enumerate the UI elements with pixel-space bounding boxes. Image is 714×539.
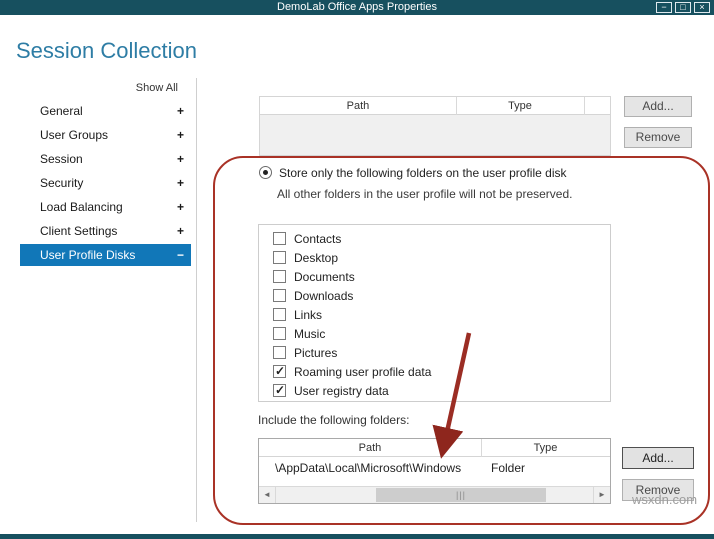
page-title: Session Collection	[16, 38, 197, 63]
radio-note: All other folders in the user profile wi…	[277, 187, 573, 201]
sidebar-item-load-balancing[interactable]: Load Balancing +	[20, 196, 191, 218]
checkbox-label: Documents	[294, 270, 355, 284]
folder-checkbox-panel: Contacts Desktop Documents Downloads Lin…	[258, 224, 611, 402]
add-button-bottom[interactable]: Add...	[622, 447, 694, 469]
checkbox-box[interactable]	[273, 270, 286, 283]
sidebar-item-label: Session	[40, 152, 83, 166]
checkbox-label: Roaming user profile data	[294, 365, 432, 379]
window-bottom-edge	[0, 534, 714, 539]
horizontal-scrollbar[interactable]: ◄ ||| ►	[259, 486, 610, 503]
expand-icon[interactable]: +	[177, 148, 184, 170]
expand-icon[interactable]: +	[177, 172, 184, 194]
sidebar-item-user-profile-disks[interactable]: User Profile Disks −	[20, 244, 191, 266]
column-header-type[interactable]: Type	[481, 439, 610, 457]
sidebar-item-client-settings[interactable]: Client Settings +	[20, 220, 191, 242]
scroll-right-icon[interactable]: ►	[593, 487, 610, 503]
checkbox-label: Music	[294, 327, 326, 341]
checkbox-box[interactable]	[273, 251, 286, 264]
cell-type: Folder	[491, 461, 526, 475]
checkbox-label: Desktop	[294, 251, 339, 265]
sidebar-item-user-groups[interactable]: User Groups +	[20, 124, 191, 146]
sidebar-item-label: Load Balancing	[40, 200, 123, 214]
checkbox-box[interactable]	[273, 346, 286, 359]
column-header-path[interactable]: Path	[260, 97, 456, 115]
checkbox-label: Downloads	[294, 289, 354, 303]
column-header-type[interactable]: Type	[456, 97, 584, 115]
checkbox-box[interactable]	[273, 289, 286, 302]
sidebar-item-label: User Profile Disks	[40, 248, 136, 262]
include-folders-label: Include the following folders:	[258, 413, 410, 427]
sidebar-item-label: User Groups	[40, 128, 109, 142]
properties-window: DemoLab Office Apps Properties − □ × Ses…	[0, 0, 714, 539]
sidebar-item-security[interactable]: Security +	[20, 172, 191, 194]
scroll-left-icon[interactable]: ◄	[259, 487, 276, 503]
include-folders-table[interactable]: Path Type \AppData\Local\Microsoft\Windo…	[258, 438, 611, 504]
expand-icon[interactable]: +	[177, 124, 184, 146]
remove-button-top[interactable]: Remove	[624, 127, 692, 148]
sidebar-item-label: Security	[40, 176, 84, 190]
window-controls: − □ ×	[656, 2, 710, 13]
expand-icon[interactable]: +	[177, 196, 184, 218]
checkbox-box[interactable]	[273, 308, 286, 321]
checkbox-label: Contacts	[294, 232, 342, 246]
checkbox-label: User registry data	[294, 384, 389, 398]
checkbox-box[interactable]	[273, 327, 286, 340]
cell-path: \AppData\Local\Microsoft\Windows	[275, 461, 462, 475]
checkbox-box[interactable]	[273, 383, 286, 397]
column-divider	[456, 97, 457, 115]
checkbox-label: Pictures	[294, 346, 338, 360]
table-header: Path Type	[260, 97, 610, 115]
column-divider	[481, 439, 482, 457]
expand-icon[interactable]: +	[177, 220, 184, 242]
sidebar-divider	[196, 78, 197, 522]
expand-icon[interactable]: +	[177, 100, 184, 122]
table-body-empty	[260, 115, 610, 155]
close-button[interactable]: ×	[694, 2, 710, 13]
scrollbar-thumb[interactable]: |||	[376, 488, 546, 502]
watermark: wsxdn.com	[632, 492, 698, 507]
titlebar: DemoLab Office Apps Properties − □ ×	[0, 0, 714, 15]
table-header: Path Type	[259, 439, 610, 457]
column-divider	[584, 97, 585, 115]
checkbox-box[interactable]	[273, 364, 286, 378]
add-button-top[interactable]: Add...	[624, 96, 692, 117]
minimize-button[interactable]: −	[656, 2, 672, 13]
collapse-icon[interactable]: −	[177, 244, 184, 266]
sidebar-item-general[interactable]: General +	[20, 100, 191, 122]
exclude-folders-table[interactable]: Path Type	[259, 96, 611, 156]
checkbox-box[interactable]	[273, 232, 286, 245]
window-title: DemoLab Office Apps Properties	[277, 1, 437, 13]
maximize-button[interactable]: □	[675, 2, 691, 13]
table-row[interactable]: \AppData\Local\Microsoft\Windows Folder	[259, 457, 610, 480]
radio-label: Store only the following folders on the …	[279, 166, 567, 180]
column-header-path[interactable]: Path	[259, 439, 481, 457]
sidebar-item-label: Client Settings	[40, 224, 118, 238]
sidebar-item-label: General	[40, 104, 83, 118]
radio-button[interactable]	[259, 166, 272, 179]
show-all-link[interactable]: Show All	[20, 82, 178, 94]
checkbox-label: Links	[294, 308, 323, 322]
sidebar-item-session[interactable]: Session +	[20, 148, 191, 170]
